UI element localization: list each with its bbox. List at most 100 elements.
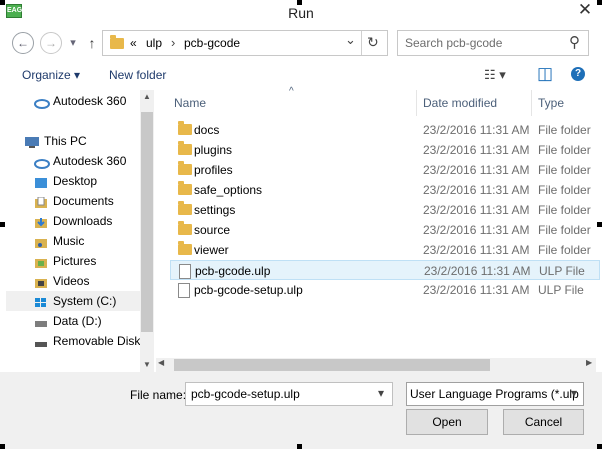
sidebar-item-removable-disk[interactable]: Removable Disk ( xyxy=(6,331,154,351)
folder-icon xyxy=(110,35,124,49)
sidebar-item-system-c[interactable]: System (C:) xyxy=(6,291,154,311)
resize-handle[interactable] xyxy=(0,0,5,5)
recent-locations-button[interactable]: ▾ xyxy=(66,32,80,54)
sidebar-item-pictures[interactable]: Pictures xyxy=(6,251,154,271)
breadcrumb-item-pcb-gcode[interactable]: pcb-gcode xyxy=(184,36,240,50)
navigation-pane: Autodesk 360 This PC Autodesk 360 Deskto… xyxy=(6,90,154,372)
file-name: docs xyxy=(194,123,220,137)
column-divider[interactable] xyxy=(531,90,532,116)
file-type-select[interactable]: User Language Programs (*.ulp ▾ xyxy=(406,382,584,406)
sidebar-item-data-d[interactable]: Data (D:) xyxy=(6,311,154,331)
file-type: File folder xyxy=(538,123,591,137)
view-options-icon[interactable]: ☷ ▾ xyxy=(484,67,506,83)
sidebar-item-desktop[interactable]: Desktop xyxy=(6,171,154,191)
file-row-profiles[interactable]: profiles 23/2/2016 11:31 AM File folder xyxy=(170,160,600,180)
folder-icon xyxy=(178,181,192,195)
preview-pane-icon[interactable]: ◫ xyxy=(537,64,553,84)
scroll-right-arrow[interactable]: ▶ xyxy=(586,358,592,367)
resize-handle[interactable] xyxy=(597,0,602,5)
column-divider[interactable] xyxy=(416,90,417,116)
file-name-value: pcb-gcode-setup.ulp xyxy=(191,387,300,401)
refresh-icon[interactable]: ↻ xyxy=(367,34,379,51)
file-name: viewer xyxy=(194,243,229,257)
sidebar-item-label: Downloads xyxy=(53,214,113,228)
sidebar-item-label: Music xyxy=(53,234,85,248)
file-type: File folder xyxy=(538,183,591,197)
resize-handle[interactable] xyxy=(0,222,5,227)
chevron-down-icon[interactable]: ▾ xyxy=(571,386,577,400)
forward-button[interactable]: → xyxy=(40,32,62,54)
sidebar-item-autodesk-360[interactable]: Autodesk 360 xyxy=(6,151,154,171)
breadcrumb-overflow[interactable]: « xyxy=(130,36,137,50)
sort-ascending-icon: ^ xyxy=(289,86,294,97)
sidebar-item-videos[interactable]: Videos xyxy=(6,271,154,291)
new-folder-button[interactable]: New folder xyxy=(109,68,166,82)
sidebar-item-music[interactable]: Music xyxy=(6,231,154,251)
window-title: Run xyxy=(288,5,314,21)
file-row-source[interactable]: source 23/2/2016 11:31 AM File folder xyxy=(170,220,600,240)
sidebar-scroll-thumb[interactable] xyxy=(141,112,153,332)
file-row-docs[interactable]: docs 23/2/2016 11:31 AM File folder xyxy=(170,120,600,140)
cancel-button[interactable]: Cancel xyxy=(503,409,584,435)
file-type: ULP File xyxy=(539,264,585,278)
file-type: File folder xyxy=(538,243,591,257)
folder-icon xyxy=(178,161,192,175)
file-name-input[interactable]: pcb-gcode-setup.ulp ▾ xyxy=(185,382,393,406)
column-header-date-modified[interactable]: Date modified xyxy=(423,96,497,110)
sidebar-item-documents[interactable]: Documents xyxy=(6,191,154,211)
drive-icon xyxy=(34,315,48,327)
address-dropdown-icon[interactable]: ⌄ xyxy=(345,32,356,48)
open-button[interactable]: Open xyxy=(406,409,488,435)
pictures-icon xyxy=(34,255,48,268)
file-name: source xyxy=(194,223,231,237)
scroll-down-arrow[interactable]: ▼ xyxy=(140,360,154,369)
scroll-left-arrow[interactable]: ◀ xyxy=(158,358,164,367)
sidebar-item-label: This PC xyxy=(44,134,87,148)
file-row-safe-options[interactable]: safe_options 23/2/2016 11:31 AM File fol… xyxy=(170,180,600,200)
file-type-value: User Language Programs (*.ulp xyxy=(410,387,579,401)
file-type: ULP File xyxy=(538,283,584,297)
up-button[interactable]: ↑ xyxy=(84,32,100,54)
file-name: settings xyxy=(194,203,236,217)
breadcrumb-item-ulp[interactable]: ulp xyxy=(146,36,162,50)
sidebar-item-downloads[interactable]: Downloads xyxy=(6,211,154,231)
file-row-settings[interactable]: settings 23/2/2016 11:31 AM File folder xyxy=(170,200,600,220)
file-name: profiles xyxy=(194,163,233,177)
file-type: File folder xyxy=(538,203,591,217)
file-row-plugins[interactable]: plugins 23/2/2016 11:31 AM File folder xyxy=(170,140,600,160)
file-name: plugins xyxy=(194,143,233,157)
scroll-up-arrow[interactable]: ▲ xyxy=(140,92,154,101)
resize-handle[interactable] xyxy=(297,0,302,5)
sidebar-item-label: Data (D:) xyxy=(53,314,102,328)
column-header-type[interactable]: Type xyxy=(538,96,564,110)
column-header-name[interactable]: Name xyxy=(174,96,206,110)
file-date: 23/2/2016 11:31 AM xyxy=(423,283,530,297)
address-divider xyxy=(361,31,362,55)
file-date: 23/2/2016 11:31 AM xyxy=(423,223,530,237)
file-list-scroll-thumb[interactable] xyxy=(174,359,490,371)
file-date: 23/2/2016 11:31 AM xyxy=(423,243,530,257)
chevron-down-icon[interactable]: ▾ xyxy=(378,386,384,400)
resize-handle[interactable] xyxy=(597,444,602,449)
file-name: safe_options xyxy=(194,183,263,197)
file-row-pcb-gcode-setup-ulp[interactable]: pcb-gcode-setup.ulp 23/2/2016 11:31 AM U… xyxy=(170,280,600,300)
sidebar-item-autodesk-360-top[interactable]: Autodesk 360 xyxy=(6,91,154,111)
back-button[interactable]: ← xyxy=(12,32,34,54)
file-row-pcb-gcode-ulp[interactable]: pcb-gcode.ulp 23/2/2016 11:31 AM ULP Fil… xyxy=(170,260,600,280)
organize-button[interactable]: Organize ▾ xyxy=(22,68,80,82)
sidebar-item-this-pc[interactable]: This PC xyxy=(6,131,154,151)
search-input[interactable]: Search pcb-gcode xyxy=(405,36,502,50)
music-icon xyxy=(34,235,48,248)
desktop-icon xyxy=(34,175,48,188)
folder-icon xyxy=(178,121,192,135)
file-type: File folder xyxy=(538,163,591,177)
file-row-viewer[interactable]: viewer 23/2/2016 11:31 AM File folder xyxy=(170,240,600,260)
search-icon[interactable]: ⚲ xyxy=(569,33,580,51)
help-icon[interactable]: ? xyxy=(571,67,585,81)
resize-handle[interactable] xyxy=(597,222,602,227)
sidebar-item-label: Documents xyxy=(53,194,114,208)
file-date: 23/2/2016 11:31 AM xyxy=(423,123,530,137)
resize-handle[interactable] xyxy=(0,444,5,449)
breadcrumb-separator[interactable]: › xyxy=(171,35,175,50)
resize-handle[interactable] xyxy=(297,444,302,449)
